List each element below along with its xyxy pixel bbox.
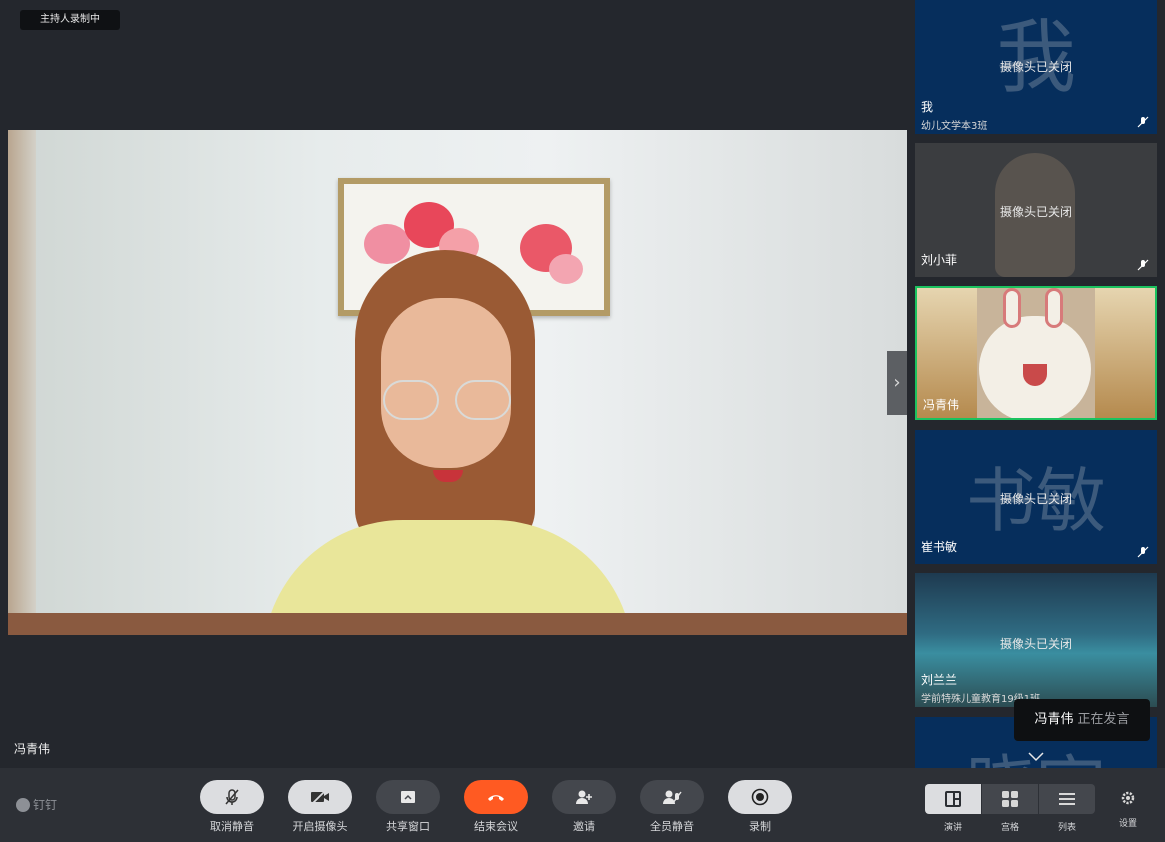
mic-muted-icon: [1137, 116, 1149, 128]
mute-all-button[interactable]: 全员静音: [640, 780, 704, 834]
recording-badge: 主持人录制中: [20, 10, 120, 30]
main-speaker-name: 冯青伟: [14, 742, 51, 756]
list-view-button[interactable]: [1039, 784, 1095, 814]
unmute-button[interactable]: 取消静音: [200, 780, 264, 834]
participant-name: 崔书敏: [921, 540, 958, 554]
mic-muted-icon: [1137, 259, 1149, 271]
speaker-view-icon: [945, 791, 961, 807]
brand-name: 钉钉: [33, 798, 58, 812]
speaker-view-button[interactable]: [925, 784, 981, 814]
end-meeting-button[interactable]: 结束会议: [464, 780, 528, 834]
mute-all-label: 全员静音: [650, 820, 694, 833]
camera-off-label: 摄像头已关闭: [999, 637, 1072, 651]
chevron-right-icon[interactable]: ›: [887, 351, 907, 415]
settings-button[interactable]: 设置: [1113, 790, 1143, 829]
mute-all-icon: [663, 790, 682, 804]
grid-view-icon: [1002, 791, 1018, 807]
participant-tile[interactable]: 书敏 摄像头已关闭 崔书敏: [915, 430, 1157, 564]
camera-off-icon: [311, 789, 329, 805]
bunny-ear: [1003, 288, 1021, 328]
participant-sidebar[interactable]: 我 摄像头已关闭 我 幼儿文学本3班 摄像头已关闭 刘小菲 冯青伟 书敏 摄像头…: [915, 0, 1157, 768]
camera-off-label: 摄像头已关闭: [999, 492, 1072, 506]
invite-button[interactable]: 邀请: [552, 780, 616, 834]
participant-class: 幼儿文学本3班: [921, 121, 988, 132]
record-icon: [751, 788, 769, 806]
list-view-icon: [1059, 793, 1075, 805]
video-wall-edge: [8, 130, 36, 635]
bunny-ear: [1045, 288, 1063, 328]
record-button[interactable]: 录制: [728, 780, 792, 834]
participant-tile[interactable]: 我 摄像头已关闭 我 幼儿文学本3班: [915, 0, 1157, 134]
participant-name: 冯青伟: [923, 398, 960, 412]
share-window-button[interactable]: 共享窗口: [376, 780, 440, 834]
speaking-indicator: 冯青伟 正在发言: [1014, 699, 1150, 741]
brand-logo: 钉钉: [16, 796, 57, 813]
video-floor-trim: [8, 613, 907, 635]
meeting-toolbar: 钉钉 取消静音 开启摄像头 共享窗口 结束会议 邀请 全员静音 录制 演讲 宫格…: [0, 768, 1165, 842]
list-view-label: 列表: [1057, 823, 1076, 833]
person-glasses: [383, 380, 511, 420]
dingtalk-icon: [16, 798, 30, 812]
participant-name: 刘兰兰: [921, 673, 958, 687]
participant-name: 刘小菲: [921, 253, 958, 267]
video-person: [233, 250, 663, 635]
gear-icon: [1121, 791, 1135, 805]
hangup-icon: [488, 795, 504, 801]
speaking-state: 正在发言: [1077, 712, 1130, 727]
camera-off-label: 摄像头已关闭: [999, 205, 1072, 219]
add-user-icon: [576, 790, 592, 804]
invite-label: 邀请: [573, 820, 595, 833]
participant-tile[interactable]: 摄像头已关闭 刘小菲: [915, 143, 1157, 277]
main-video-stage: 主持人录制中 冯青伟: [8, 0, 907, 768]
mic-muted-icon: [225, 789, 239, 805]
share-screen-icon: [401, 791, 415, 803]
speaker-view-label: 演讲: [943, 823, 962, 833]
chevron-down-icon[interactable]: [1026, 748, 1046, 764]
start-camera-button[interactable]: 开启摄像头: [288, 780, 352, 834]
grid-view-label: 宫格: [1000, 823, 1019, 833]
grid-view-button[interactable]: [982, 784, 1038, 814]
end-meeting-label: 结束会议: [474, 820, 518, 833]
unmute-label: 取消静音: [210, 820, 254, 833]
speaking-name: 冯青伟: [1034, 712, 1074, 727]
start-camera-label: 开启摄像头: [292, 820, 348, 833]
background-shelf: [1093, 288, 1155, 418]
mic-muted-icon: [1137, 546, 1149, 558]
record-label: 录制: [749, 820, 771, 833]
participant-tile[interactable]: 摄像头已关闭 刘兰兰 学前特殊儿童教育19级1班: [915, 573, 1157, 707]
participant-tile-active[interactable]: 冯青伟: [915, 286, 1157, 420]
settings-label: 设置: [1118, 819, 1137, 829]
participant-name: 我: [921, 100, 934, 114]
camera-off-label: 摄像头已关闭: [999, 60, 1072, 74]
main-video-feed[interactable]: [8, 130, 907, 635]
share-window-label: 共享窗口: [386, 820, 430, 833]
